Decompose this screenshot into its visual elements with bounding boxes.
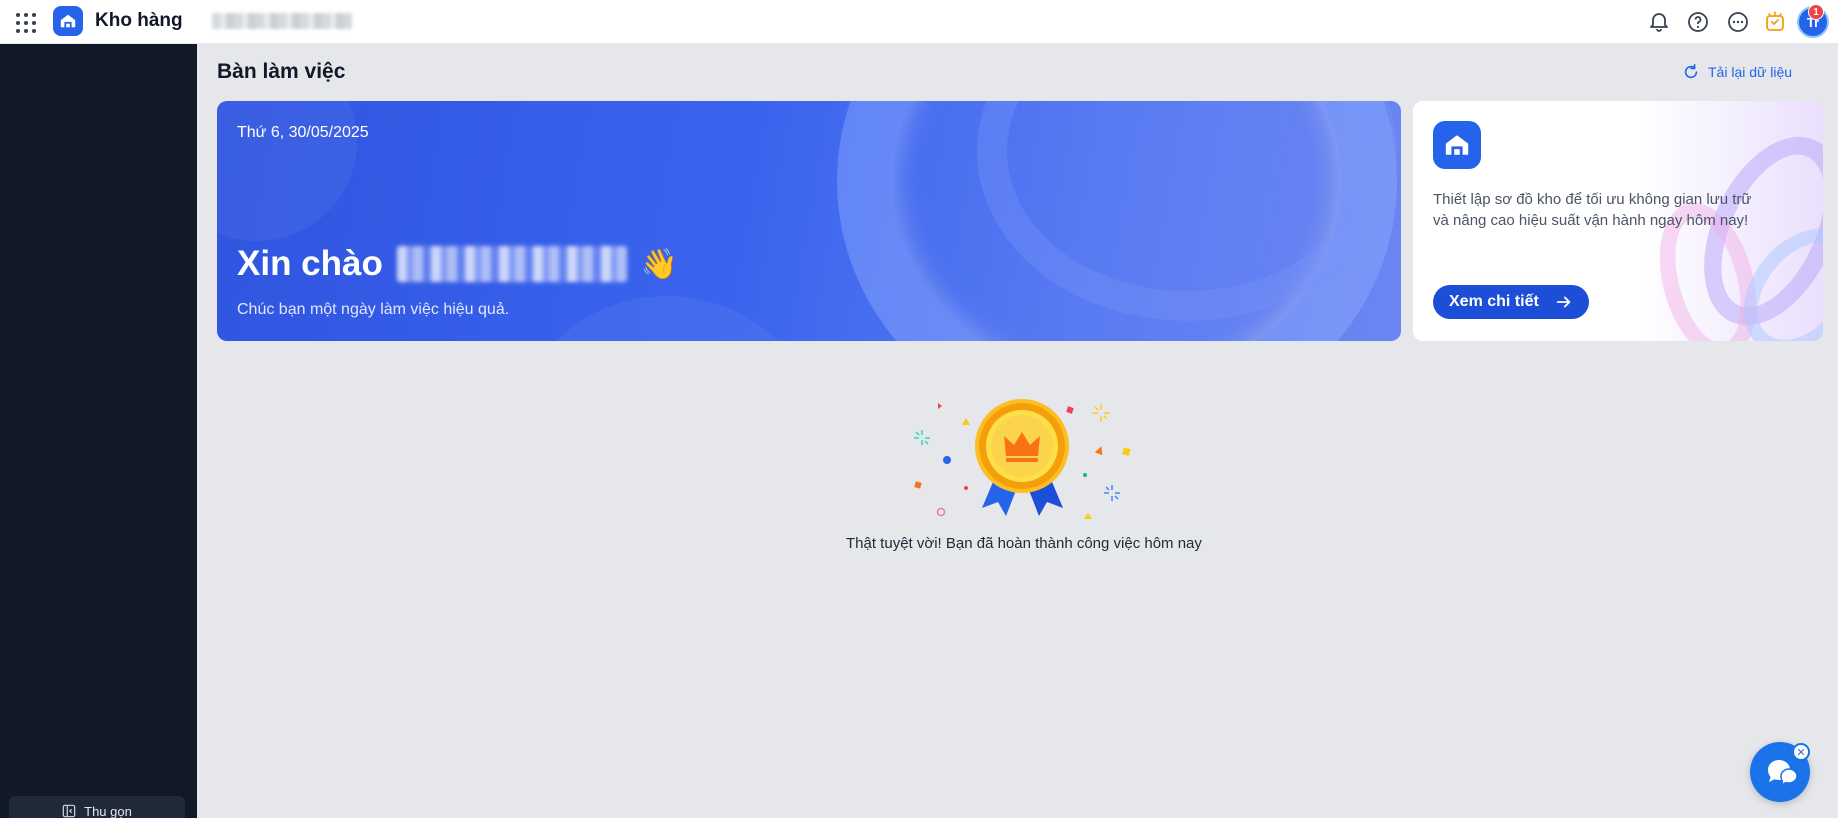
- chat-icon: [1768, 760, 1797, 787]
- sidebar: [0, 44, 197, 818]
- notification-badge: 1: [1808, 4, 1824, 20]
- collapse-label: Thu gọn: [84, 803, 132, 818]
- apps-grid-icon[interactable]: [14, 11, 36, 33]
- medal-illustration: [914, 399, 1131, 519]
- current-date: Thứ 6, 30/05/2025: [237, 124, 369, 141]
- more-icon[interactable]: [1726, 10, 1750, 34]
- bell-icon[interactable]: [1647, 10, 1671, 34]
- warehouse-map-promo-card: Thiết lập sơ đồ kho để tối ưu không gian…: [1413, 101, 1823, 341]
- reload-label: Tải lại dữ liệu: [1708, 64, 1793, 80]
- waving-hand-icon: 👋: [640, 247, 679, 281]
- greeting-card: Thứ 6, 30/05/2025 Xin chào 👋 Chúc bạn mộ…: [217, 101, 1401, 341]
- page-title: Bàn làm việc: [217, 60, 346, 83]
- app-logo[interactable]: [53, 6, 83, 36]
- warehouse-icon: [60, 14, 76, 28]
- decoration-circle: [217, 101, 357, 241]
- refresh-icon: [1684, 63, 1698, 79]
- completion-message: Thật tuyệt vời! Bạn đã hoàn thành công v…: [846, 535, 1202, 552]
- greeting-hello-text: Xin chào: [237, 244, 383, 283]
- lightbulb-icon[interactable]: [1763, 10, 1787, 34]
- promo-logo: [1433, 121, 1481, 169]
- reload-data-button[interactable]: Tải lại dữ liệu: [1682, 63, 1792, 81]
- top-bar: Kho hàng Tr 1: [0, 0, 1838, 44]
- view-details-label: Xem chi tiết: [1449, 293, 1539, 310]
- close-chat-icon[interactable]: ✕: [1792, 743, 1810, 761]
- user-name-redacted: [396, 246, 627, 282]
- greeting-subtitle: Chúc bạn một ngày làm việc hiệu quả.: [237, 301, 510, 318]
- warehouse-icon: [1445, 135, 1469, 155]
- view-details-button[interactable]: Xem chi tiết: [1433, 285, 1589, 319]
- arrow-right-icon: [1556, 296, 1571, 308]
- organization-name-redacted[interactable]: [212, 13, 352, 29]
- help-icon[interactable]: [1686, 10, 1710, 34]
- greeting-heading: Xin chào 👋: [237, 244, 678, 284]
- app-title: Kho hàng: [95, 10, 183, 31]
- collapse-sidebar-button[interactable]: Thu gọn: [9, 796, 185, 818]
- decoration-circle: [507, 296, 827, 341]
- collapse-icon: [62, 804, 76, 818]
- promo-description: Thiết lập sơ đồ kho để tối ưu không gian…: [1433, 191, 1752, 229]
